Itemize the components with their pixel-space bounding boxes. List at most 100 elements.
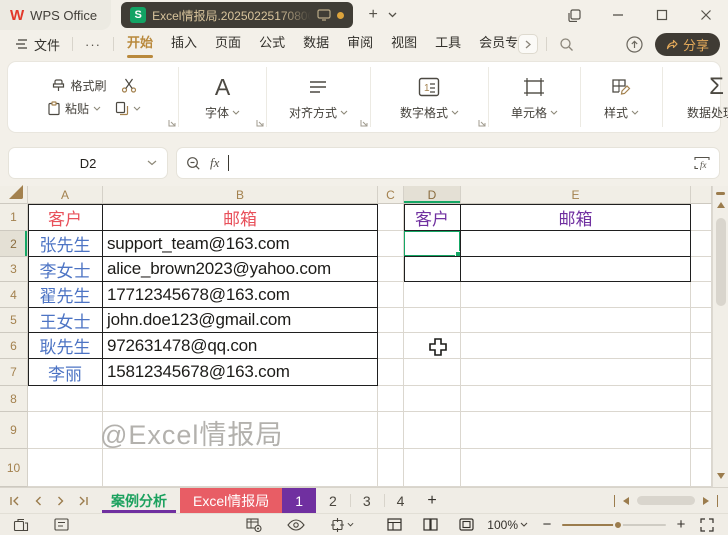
cell-E3[interactable]	[461, 257, 691, 282]
cell-C1[interactable]	[378, 204, 404, 231]
macro-record-icon[interactable]	[8, 515, 34, 535]
select-all-corner[interactable]	[0, 186, 28, 204]
cell-F8[interactable]	[691, 386, 712, 412]
cell-F5[interactable]	[691, 308, 712, 333]
cell-E9[interactable]	[461, 412, 691, 449]
column-header-B[interactable]: B	[103, 186, 378, 204]
outline-view-icon[interactable]	[48, 515, 74, 535]
cell-B4[interactable]: 17712345678@163.com	[103, 282, 378, 308]
cell-D1[interactable]: 客户	[404, 204, 461, 231]
cell-D10[interactable]	[404, 449, 461, 487]
cell-C10[interactable]	[378, 449, 404, 487]
column-header-F[interactable]	[691, 186, 712, 204]
page-break-view-icon[interactable]	[453, 515, 479, 535]
cell-F3[interactable]	[691, 257, 712, 282]
file-menu[interactable]: 文件	[8, 35, 68, 54]
cell-F2[interactable]	[691, 231, 712, 257]
wps-home-button[interactable]: W WPS Office	[0, 0, 111, 30]
cell-A10[interactable]	[28, 449, 103, 487]
cell-B7[interactable]: 15812345678@163.com	[103, 359, 378, 386]
cell-C2[interactable]	[378, 231, 404, 257]
fx-icon[interactable]: fx	[210, 155, 219, 171]
cell-E8[interactable]	[461, 386, 691, 412]
cell-A8[interactable]	[28, 386, 103, 412]
name-box[interactable]: D2	[8, 147, 168, 179]
sheet-tab-4[interactable]: 2	[316, 488, 350, 513]
more-menus-button[interactable]: ···	[77, 37, 109, 52]
sheet-tab-1[interactable]: 案例分析	[98, 488, 180, 513]
menu-tab-3[interactable]: 页面	[206, 30, 250, 58]
tab-list-button[interactable]	[552, 0, 596, 30]
cell-D9[interactable]	[404, 412, 461, 449]
menu-tab-9[interactable]: 会员专	[470, 30, 518, 58]
column-header-C[interactable]: C	[378, 186, 404, 204]
visibility-eye-icon[interactable]	[283, 515, 309, 535]
menu-tab-4[interactable]: 公式	[250, 30, 294, 58]
cell-F7[interactable]	[691, 359, 712, 386]
cell-C7[interactable]	[378, 359, 404, 386]
minimize-button[interactable]	[596, 0, 640, 30]
menu-tab-5[interactable]: 数据	[294, 30, 338, 58]
cell-D8[interactable]	[404, 386, 461, 412]
menu-tab-6[interactable]: 审阅	[338, 30, 382, 58]
cell-B6[interactable]: 972631478@qq.con	[103, 333, 378, 359]
vertical-scrollbar[interactable]	[712, 186, 728, 487]
copy-button[interactable]	[115, 101, 141, 116]
cell-E7[interactable]	[461, 359, 691, 386]
add-sheet-button[interactable]: +	[417, 488, 446, 513]
menu-tab-8[interactable]: 工具	[426, 30, 470, 58]
search-icon[interactable]	[559, 37, 574, 52]
first-sheet-icon[interactable]	[4, 490, 25, 512]
normal-view-icon[interactable]	[381, 515, 407, 535]
fullscreen-icon[interactable]	[694, 515, 720, 535]
cell-C9[interactable]	[378, 412, 404, 449]
zoom-chevron-icon[interactable]	[520, 522, 528, 527]
scroll-down-icon[interactable]	[717, 473, 725, 479]
cell-B1[interactable]: 邮箱	[103, 204, 378, 231]
row-header-7[interactable]: 7	[0, 359, 28, 386]
row-header-2[interactable]: 2	[0, 231, 28, 257]
menu-tab-1[interactable]: 开始	[118, 30, 162, 58]
cell-E4[interactable]	[461, 282, 691, 308]
number-format-button[interactable]: 1 数字格式	[400, 74, 459, 121]
cell-F9[interactable]	[691, 412, 712, 449]
locate-selection-icon[interactable]	[325, 515, 359, 535]
share-button[interactable]: 分享	[655, 33, 720, 56]
column-header-D[interactable]: D	[404, 186, 461, 204]
cell-E1[interactable]: 邮箱	[461, 204, 691, 231]
scroll-right-icon[interactable]	[703, 497, 709, 505]
horizontal-scrollbar[interactable]	[614, 488, 728, 513]
cell-E2[interactable]	[461, 231, 691, 257]
last-sheet-icon[interactable]	[73, 490, 94, 512]
close-button[interactable]	[684, 0, 728, 30]
cell-D3[interactable]	[404, 257, 461, 282]
sheet-tab-2[interactable]: Excel情报局	[180, 488, 282, 513]
new-tab-button[interactable]: +	[361, 0, 385, 30]
row-header-8[interactable]: 8	[0, 386, 28, 412]
cell-A4[interactable]: 翟先生	[28, 282, 103, 308]
document-tab[interactable]: S Excel情报局.20250225170800	[121, 2, 353, 28]
cell-D5[interactable]	[404, 308, 461, 333]
cell-B10[interactable]	[103, 449, 378, 487]
sheet-tab-6[interactable]: 4	[384, 488, 418, 513]
cell-A1[interactable]: 客户	[28, 204, 103, 231]
prev-sheet-icon[interactable]	[27, 490, 48, 512]
cell-C6[interactable]	[378, 333, 404, 359]
row-header-3[interactable]: 3	[0, 257, 28, 282]
menu-tab-7[interactable]: 视图	[382, 30, 426, 58]
cell-C4[interactable]	[378, 282, 404, 308]
cell-C5[interactable]	[378, 308, 404, 333]
cell-A5[interactable]: 王女士	[28, 308, 103, 333]
formula-input[interactable]: fx fx	[176, 147, 720, 179]
cell-B3[interactable]: alice_brown2023@yahoo.com	[103, 257, 378, 282]
number-format-dialog-launcher[interactable]	[478, 119, 486, 127]
cell-B2[interactable]: support_team@163.com	[103, 231, 378, 257]
cell-E10[interactable]	[461, 449, 691, 487]
row-header-1[interactable]: 1	[0, 204, 28, 231]
cell-A9[interactable]	[28, 412, 103, 449]
row-header-5[interactable]: 5	[0, 308, 28, 333]
cell-A3[interactable]: 李女士	[28, 257, 103, 282]
expand-formula-bar-icon[interactable]: fx	[694, 156, 710, 170]
more-tabs-chevron[interactable]	[518, 34, 538, 54]
page-layout-view-icon[interactable]	[417, 515, 443, 535]
